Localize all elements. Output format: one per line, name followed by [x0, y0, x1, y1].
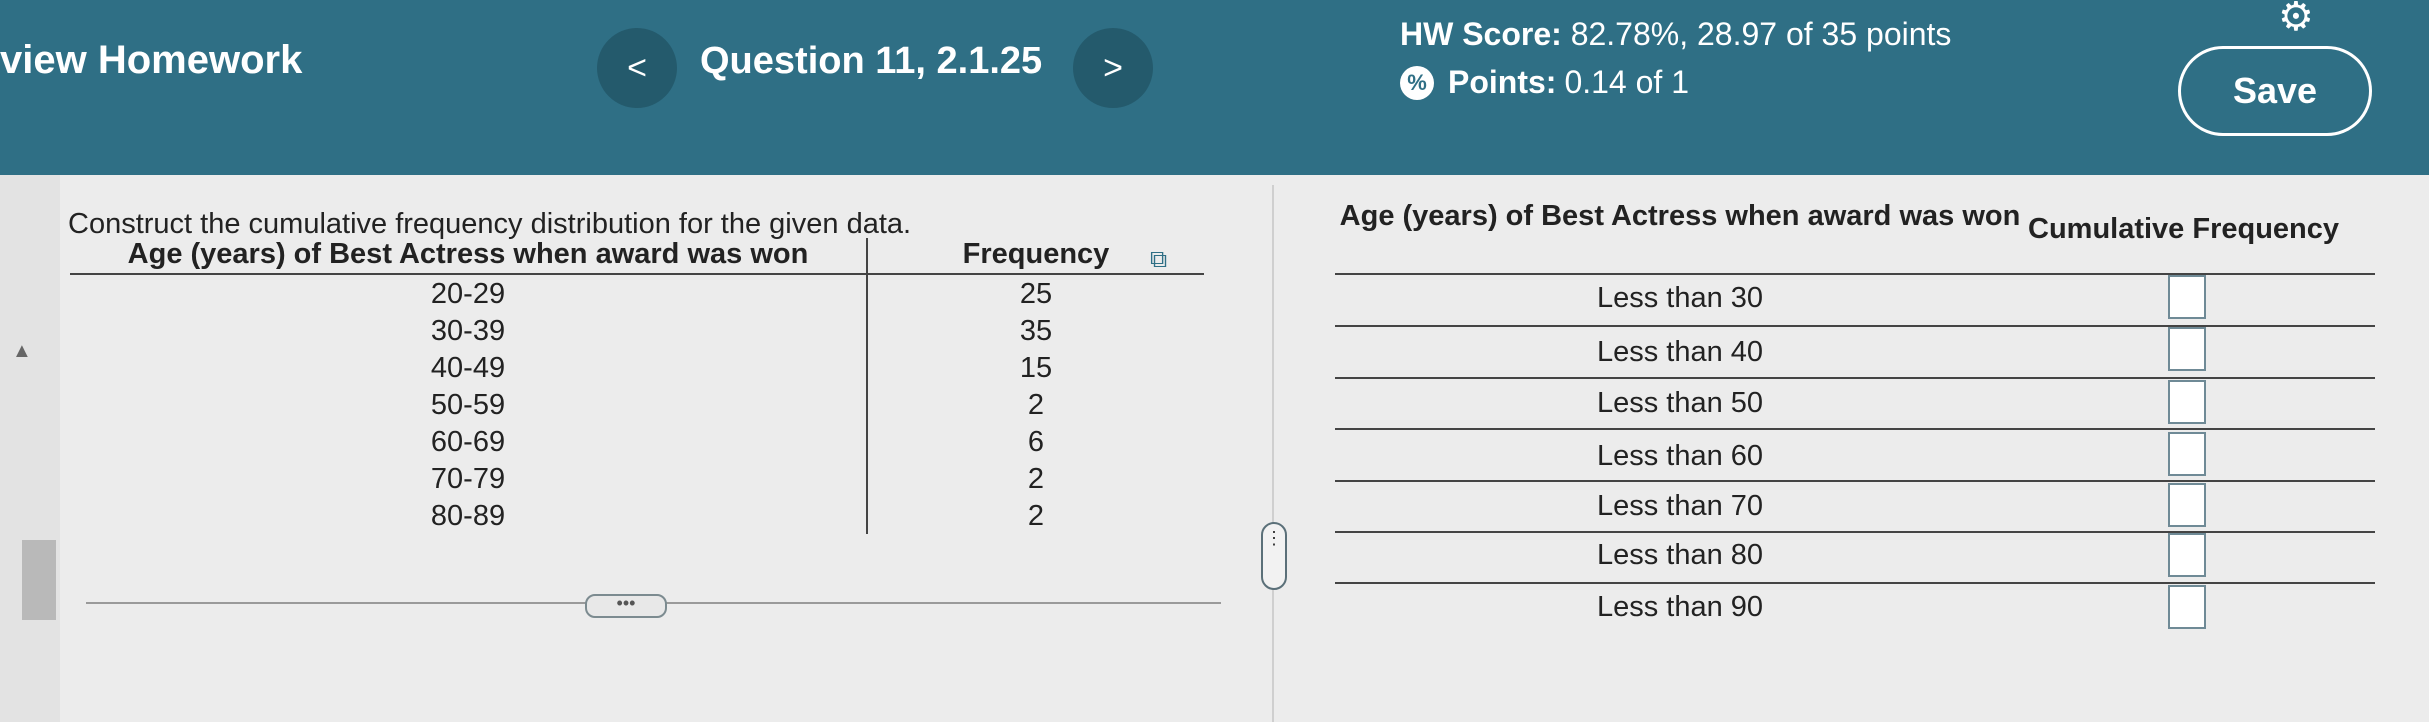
answer-row-label: Less than 40: [1596, 336, 1764, 368]
cumulative-frequency-input[interactable]: [2168, 483, 2206, 527]
answer-row-label: Less than 90: [1596, 591, 1764, 623]
more-options-button[interactable]: •••: [585, 594, 667, 618]
top-header-bar: view Homework < Question 11, 2.1.25 > HW…: [0, 0, 2429, 175]
table-row: 30-39 35: [70, 312, 1204, 349]
age-class-cell: 60-69: [70, 423, 868, 460]
previous-question-button[interactable]: <: [597, 28, 677, 108]
table-rule: [1335, 377, 2375, 379]
frequency-cell: 35: [1019, 315, 1053, 347]
points-value: 0.14 of 1: [1564, 64, 1689, 100]
question-instructions: Construct the cumulative frequency distr…: [68, 208, 912, 240]
scrollbar-thumb[interactable]: [22, 540, 56, 620]
frequency-cell: 2: [1027, 463, 1045, 495]
frequency-cell: 2: [1027, 500, 1045, 532]
table-row: 70-79 2: [70, 460, 1204, 497]
age-class-cell: 70-79: [70, 460, 868, 497]
table-rule: [1335, 480, 2375, 482]
hw-score-value: 82.78%, 28.97 of 35 points: [1570, 16, 1952, 52]
cumulative-frequency-input[interactable]: [2168, 380, 2206, 424]
age-class-cell: 30-39: [70, 312, 868, 349]
cumulative-frequency-input[interactable]: [2168, 327, 2206, 371]
frequency-table: Age (years) of Best Actress when award w…: [70, 238, 1204, 534]
partial-credit-icon: %: [1400, 65, 1434, 100]
answer-row-label: Less than 70: [1596, 490, 1764, 522]
table-rule: [1335, 531, 2375, 533]
frequency-cell: 25: [1019, 278, 1053, 310]
pane-resize-handle[interactable]: ⋮: [1261, 522, 1287, 590]
answer-header-cumulative-frequency: Cumulative Frequency: [2028, 213, 2340, 245]
column-header-age: Age (years) of Best Actress when award w…: [70, 238, 868, 275]
points-label: Points:: [1448, 64, 1557, 100]
hw-score: HW Score: 82.78%, 28.97 of 35 points: [1400, 16, 1951, 53]
points-display: % Points: 0.14 of 1: [1400, 64, 1689, 101]
table-row: 50-59 2: [70, 386, 1204, 423]
table-rule: [1335, 582, 2375, 584]
cumulative-frequency-input[interactable]: [2168, 533, 2206, 577]
hw-score-label: HW Score:: [1400, 16, 1562, 52]
chevron-right-icon: >: [1103, 48, 1123, 87]
table-row: 60-69 6: [70, 423, 1204, 460]
pane-divider: [1272, 185, 1274, 722]
table-row: 20-29 25: [70, 274, 1204, 312]
answer-header-age: Age (years) of Best Actress when award w…: [1339, 200, 2021, 232]
age-class-cell: 20-29: [70, 274, 868, 312]
cumulative-frequency-input[interactable]: [2168, 275, 2206, 319]
answer-row-label: Less than 80: [1596, 539, 1764, 571]
next-question-button[interactable]: >: [1073, 28, 1153, 108]
page-title: view Homework: [0, 38, 303, 82]
age-class-cell: 40-49: [70, 349, 868, 386]
gear-icon[interactable]: ⚙: [2278, 0, 2314, 40]
table-row: 80-89 2: [70, 497, 1204, 534]
scroll-up-icon[interactable]: ▲: [12, 340, 32, 363]
table-rule: [1335, 325, 2375, 327]
left-scrollbar[interactable]: [0, 175, 60, 722]
table-rule: [1335, 428, 2375, 430]
answer-row-label: Less than 50: [1596, 387, 1764, 419]
age-class-cell: 80-89: [70, 497, 868, 534]
save-button[interactable]: Save: [2178, 46, 2372, 136]
answer-row-label: Less than 30: [1596, 282, 1764, 314]
cumulative-frequency-input[interactable]: [2168, 432, 2206, 476]
answer-row-label: Less than 60: [1596, 440, 1764, 472]
chevron-left-icon: <: [627, 48, 647, 87]
frequency-cell: 2: [1027, 389, 1045, 421]
cumulative-frequency-input[interactable]: [2168, 585, 2206, 629]
table-row: 40-49 15: [70, 349, 1204, 386]
frequency-cell: 6: [1027, 426, 1045, 458]
copy-icon[interactable]: ⧉: [1150, 246, 1167, 274]
question-label: Question 11, 2.1.25: [700, 40, 1043, 82]
table-rule: [1335, 273, 2375, 275]
age-class-cell: 50-59: [70, 386, 868, 423]
frequency-cell: 15: [1019, 352, 1053, 384]
